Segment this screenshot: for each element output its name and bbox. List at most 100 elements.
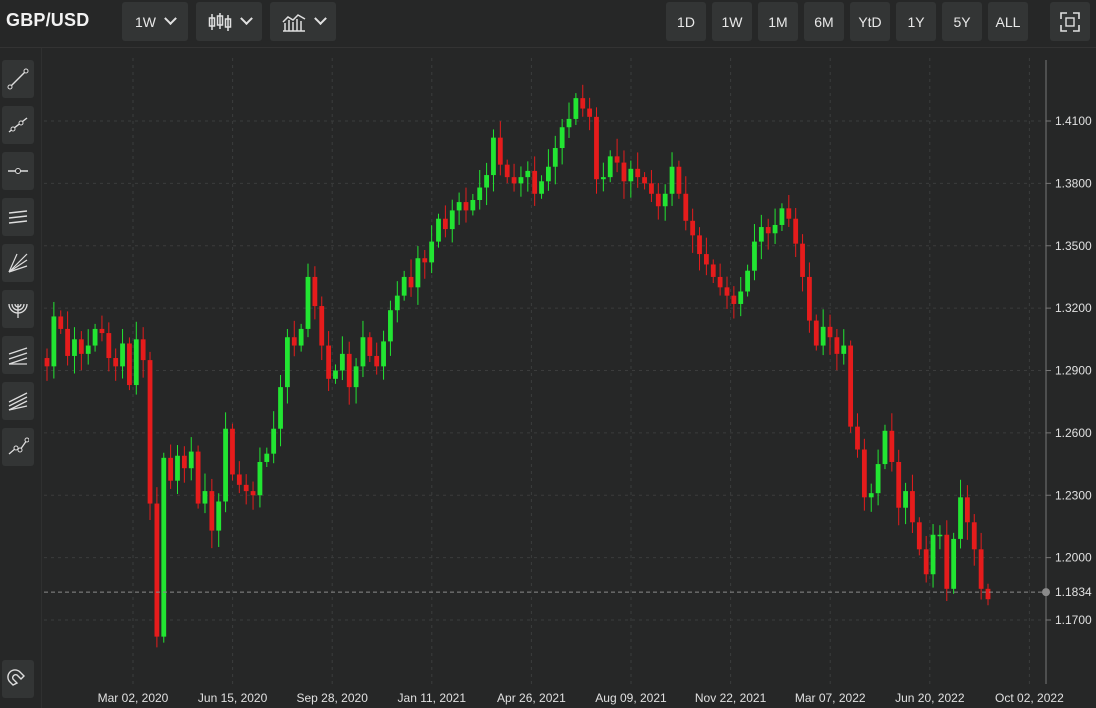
candle-body [216, 501, 222, 531]
trend-line-tool[interactable] [2, 60, 34, 98]
interval-label: 1W [135, 13, 156, 30]
magnet-tool[interactable] [2, 660, 34, 698]
candle-body [154, 503, 160, 637]
candle-body [985, 588, 991, 600]
candle-body [525, 170, 531, 178]
candle-body [78, 339, 84, 354]
candle-body [408, 276, 414, 288]
candle-body [635, 168, 641, 178]
candle-body [916, 522, 922, 550]
candle-body [374, 355, 380, 367]
candle-body [271, 428, 277, 454]
candle-body [326, 345, 332, 379]
chevron-down-icon [164, 12, 177, 26]
range-5y-button[interactable]: 5Y [942, 2, 982, 41]
price-chart[interactable]: 1.4100 1.3800 1.3500 1.3200 1.2900 1.2600 1.23… [0, 0, 1096, 708]
horizontal-line-icon [8, 168, 28, 174]
candle-body [463, 202, 469, 211]
y-tick-label: 1.3800 [1055, 176, 1092, 190]
pitchfork-icon [8, 392, 28, 411]
candle-body [834, 337, 840, 354]
candle-body [106, 333, 112, 359]
fibonacci-arc-tool[interactable] [2, 290, 34, 328]
candle-body [381, 341, 386, 367]
candle-body [291, 337, 297, 346]
indicators-dropdown[interactable] [270, 2, 336, 41]
candle-body [607, 156, 613, 178]
candle-body [573, 98, 579, 119]
horizontal-line-tool[interactable] [2, 152, 34, 190]
candle-body [813, 320, 819, 346]
range-6m-button[interactable]: 6M [804, 2, 844, 41]
candle-body [65, 328, 71, 356]
candle-body [449, 210, 455, 230]
candle-body [621, 162, 627, 182]
candle-body [662, 193, 668, 207]
candle-body [58, 316, 64, 329]
candle-body [827, 326, 833, 338]
candle-body [223, 428, 228, 502]
candle-body [504, 164, 510, 178]
candle-body [147, 360, 153, 504]
range-1y-button[interactable]: 1Y [896, 2, 936, 41]
fullscreen-button[interactable] [1050, 2, 1090, 41]
candle-body [195, 451, 201, 504]
candle-body [930, 534, 936, 575]
candle-body [566, 118, 572, 128]
ray-tool[interactable] [2, 106, 34, 144]
candle-body [175, 455, 180, 481]
candle-body [539, 181, 544, 194]
candle-body [600, 177, 606, 180]
candle-body [230, 428, 235, 475]
candle-body [820, 326, 826, 346]
candle-body [848, 345, 854, 427]
last-price-label: 1.1834 [1055, 585, 1092, 599]
candle-body [978, 549, 984, 589]
parallel-channel-tool[interactable] [2, 198, 34, 236]
candle-body [889, 430, 895, 462]
x-tick-label: Aug 09, 2021 [595, 691, 667, 705]
candle-body [346, 353, 352, 388]
range-all-button[interactable]: ALL [988, 2, 1028, 41]
regression-channel-tool[interactable] [2, 336, 34, 374]
fan-lines-tool[interactable] [2, 244, 34, 282]
candle-body [758, 227, 764, 242]
interval-dropdown[interactable]: 1W [122, 2, 188, 41]
range-1d-button[interactable]: 1D [666, 2, 706, 41]
candle-body [710, 264, 716, 277]
last-price-dot [1042, 588, 1050, 597]
candle-body [786, 208, 792, 219]
candle-body [209, 491, 215, 531]
candle-body [92, 328, 98, 346]
candle-body [429, 241, 435, 263]
multi-point-line-tool[interactable] [2, 428, 34, 466]
candle-body [51, 316, 57, 367]
candle-body [120, 343, 125, 367]
candle-body [855, 426, 860, 450]
pitchfork-tool[interactable] [2, 382, 34, 420]
candle-body [305, 276, 311, 329]
candle-body [161, 457, 167, 637]
range-1w-button[interactable]: 1W [712, 2, 752, 41]
candle-body [278, 387, 283, 429]
candle-body [731, 295, 737, 304]
chart-type-dropdown[interactable] [196, 2, 262, 41]
range-1m-button[interactable]: 1M [758, 2, 798, 41]
fibonacci-arc-icon [8, 303, 28, 318]
x-tick-label: Jan 11, 2021 [398, 691, 467, 705]
candle-body [477, 187, 483, 201]
x-tick-label: Jun 20, 2022 [895, 691, 965, 705]
regression-channel-icon [8, 347, 28, 365]
candle-body [113, 358, 119, 367]
candle-body [752, 241, 757, 271]
range-ytd-button[interactable]: YtD [850, 2, 890, 41]
indicators-icon [281, 13, 305, 32]
candlestick-series [44, 84, 991, 648]
candle-body [319, 306, 325, 346]
candle-body [491, 137, 496, 176]
y-tick-label: 1.4100 [1055, 114, 1092, 128]
candle-body [724, 287, 730, 296]
candle-body [861, 449, 867, 498]
candle-body [937, 534, 943, 537]
candle-body [133, 339, 139, 386]
